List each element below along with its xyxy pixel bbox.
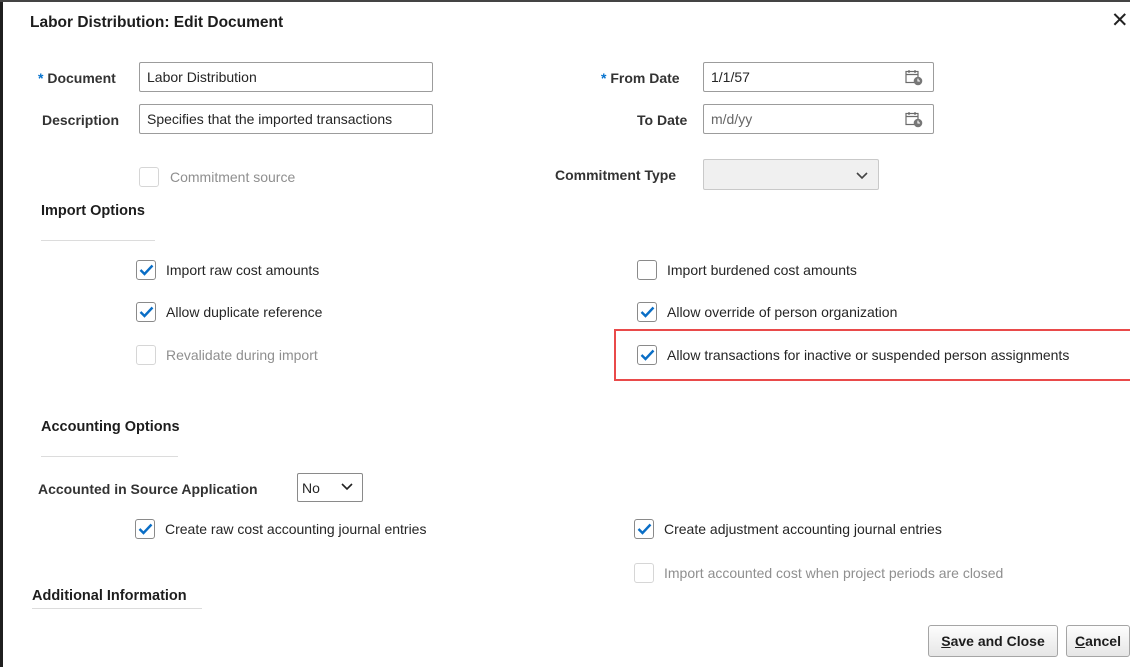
commitment-type-select[interactable] bbox=[703, 159, 879, 190]
description-input[interactable]: Specifies that the imported transactions bbox=[139, 104, 433, 134]
allow-override-person-org-label: Allow override of person organization bbox=[667, 304, 898, 320]
document-label-text: Document bbox=[47, 70, 116, 86]
chevron-down-icon bbox=[341, 480, 353, 494]
import-options-heading: Import Options bbox=[41, 203, 145, 219]
save-and-close-label: ave and Close bbox=[950, 633, 1045, 649]
document-label: * Document bbox=[38, 70, 116, 86]
create-adjustment-journal-checkbox[interactable] bbox=[634, 519, 654, 539]
import-accounted-cost-closed-checkbox[interactable] bbox=[634, 563, 654, 583]
from-date-value: 1/1/57 bbox=[711, 69, 750, 85]
commitment-source-checkbox[interactable] bbox=[139, 167, 159, 187]
to-date-label: To Date bbox=[637, 112, 688, 128]
checkmark-icon bbox=[640, 349, 655, 361]
accounted-in-source-value: No bbox=[302, 480, 320, 496]
commitment-source-label: Commitment source bbox=[170, 169, 296, 185]
section-divider bbox=[32, 608, 202, 609]
import-burdened-cost-checkbox[interactable] bbox=[637, 260, 657, 280]
from-date-label-text: From Date bbox=[610, 70, 680, 86]
allow-inactive-assignments-checkbox[interactable] bbox=[637, 345, 657, 365]
dialog-left-border bbox=[0, 0, 3, 667]
calendar-icon[interactable] bbox=[905, 69, 923, 86]
to-date-placeholder: m/d/yy bbox=[711, 111, 753, 127]
from-date-label: * From Date bbox=[601, 70, 680, 86]
create-adjustment-journal-label: Create adjustment accounting journal ent… bbox=[664, 521, 942, 537]
revalidate-during-import-checkbox[interactable] bbox=[136, 345, 156, 365]
dialog-title: Labor Distribution: Edit Document bbox=[30, 14, 284, 31]
checkmark-icon bbox=[139, 264, 154, 276]
import-raw-cost-checkbox[interactable] bbox=[136, 260, 156, 280]
from-date-input[interactable]: 1/1/57 bbox=[703, 62, 934, 92]
additional-information-heading: Additional Information bbox=[32, 588, 187, 604]
commitment-type-label: Commitment Type bbox=[555, 167, 677, 183]
import-burdened-cost-label: Import burdened cost amounts bbox=[667, 262, 857, 278]
allow-inactive-assignments-label: Allow transactions for inactive or suspe… bbox=[667, 347, 1070, 363]
checkmark-icon bbox=[138, 523, 153, 535]
allow-override-person-org-checkbox[interactable] bbox=[637, 302, 657, 322]
checkmark-icon bbox=[139, 306, 154, 318]
cancel-label: ancel bbox=[1085, 633, 1121, 649]
to-date-input[interactable]: m/d/yy bbox=[703, 104, 934, 134]
section-divider bbox=[41, 240, 155, 241]
revalidate-during-import-label: Revalidate during import bbox=[166, 347, 318, 363]
required-marker: * bbox=[38, 70, 44, 86]
cancel-mnemonic: C bbox=[1075, 633, 1086, 649]
allow-duplicate-reference-checkbox[interactable] bbox=[136, 302, 156, 322]
import-raw-cost-label: Import raw cost amounts bbox=[166, 262, 320, 278]
calendar-icon[interactable] bbox=[905, 111, 923, 128]
document-input[interactable]: Labor Distribution bbox=[139, 62, 433, 92]
description-label: Description bbox=[42, 112, 120, 128]
accounted-in-source-label: Accounted in Source Application bbox=[38, 481, 258, 497]
accounted-in-source-select[interactable]: No bbox=[297, 473, 363, 502]
create-raw-cost-journal-label: Create raw cost accounting journal entri… bbox=[165, 521, 427, 537]
checkmark-icon bbox=[637, 523, 652, 535]
allow-duplicate-reference-label: Allow duplicate reference bbox=[166, 304, 323, 320]
save-and-close-mnemonic: S bbox=[941, 633, 951, 649]
create-raw-cost-journal-checkbox[interactable] bbox=[135, 519, 155, 539]
dialog-top-border bbox=[0, 0, 1130, 2]
import-accounted-cost-closed-label: Import accounted cost when project perio… bbox=[664, 565, 1004, 581]
required-marker: * bbox=[601, 70, 607, 86]
save-and-close-button[interactable]: Save and Close bbox=[928, 625, 1058, 657]
accounting-options-heading: Accounting Options bbox=[41, 419, 180, 435]
cancel-button[interactable]: Cancel bbox=[1066, 625, 1130, 657]
checkmark-icon bbox=[640, 306, 655, 318]
chevron-down-icon bbox=[856, 168, 868, 183]
section-divider bbox=[41, 456, 178, 457]
close-icon[interactable]: ✕ bbox=[1111, 9, 1130, 33]
